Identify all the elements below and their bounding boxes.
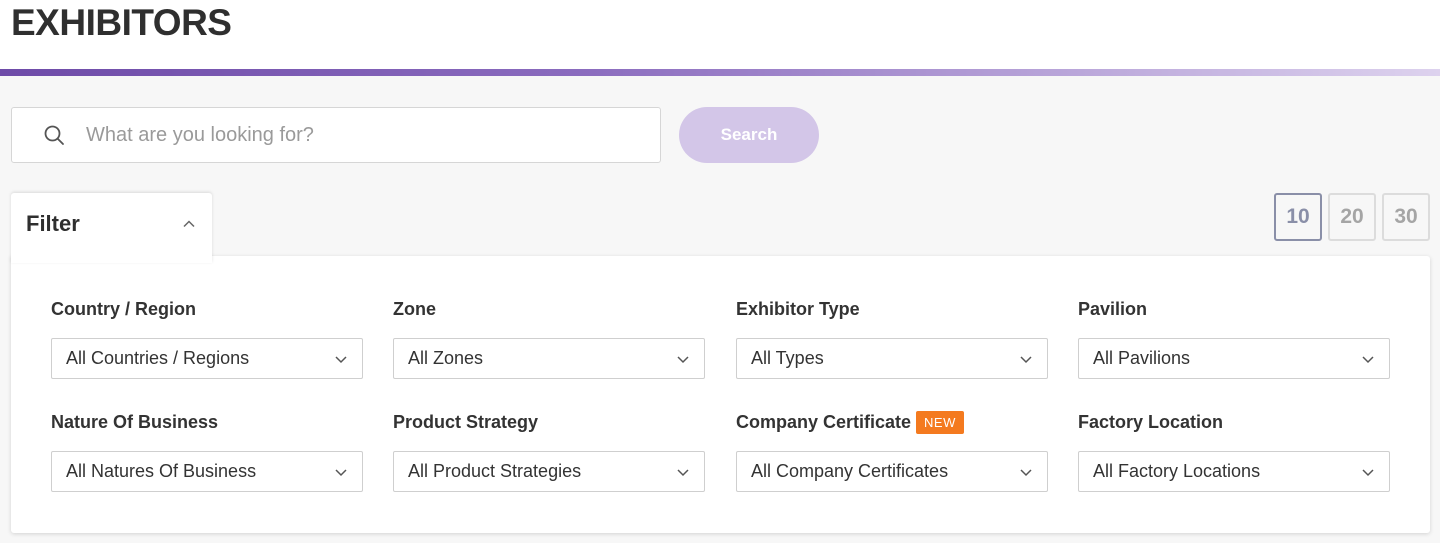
new-badge: NEW <box>916 410 964 434</box>
filter-exhibitor-type: Exhibitor Type All Types <box>736 297 1048 379</box>
search-box[interactable] <box>11 107 661 163</box>
filter-toggle[interactable]: Filter <box>11 193 212 263</box>
filter-label-country-region: Country / Region <box>51 298 196 319</box>
filter-label-company-certificate: Company Certificate <box>736 411 912 432</box>
select-pavilion[interactable]: All Pavilions <box>1078 338 1390 379</box>
page-size-10[interactable]: 10 <box>1274 193 1322 241</box>
page-size-30[interactable]: 30 <box>1382 193 1430 241</box>
search-button[interactable]: Search <box>679 107 819 163</box>
chevron-down-icon <box>1019 465 1033 479</box>
select-country-region[interactable]: All Countries / Regions <box>51 338 363 379</box>
select-value: All Countries / Regions <box>66 348 250 368</box>
header-divider <box>0 69 1440 76</box>
select-nature-of-business[interactable]: All Natures Of Business <box>51 451 363 492</box>
select-zone[interactable]: All Zones <box>393 338 705 379</box>
select-value: All Natures Of Business <box>66 461 257 481</box>
filter-product-strategy: Product Strategy All Product Strategies <box>393 410 705 492</box>
select-value: All Company Certificates <box>751 461 949 481</box>
select-product-strategy[interactable]: All Product Strategies <box>393 451 705 492</box>
filter-label-nature-of-business: Nature Of Business <box>51 411 219 432</box>
chevron-down-icon <box>676 465 690 479</box>
filter-label-exhibitor-type: Exhibitor Type <box>736 298 860 319</box>
chevron-down-icon <box>1361 352 1375 366</box>
chevron-down-icon <box>334 465 348 479</box>
filter-label-product-strategy: Product Strategy <box>393 411 539 432</box>
filter-company-certificate: Company Certificate NEW All Company Cert… <box>736 410 1048 492</box>
filter-panel: Country / Region All Countries / Regions… <box>11 256 1430 533</box>
filter-pavilion: Pavilion All Pavilions <box>1078 297 1390 379</box>
select-value: All Product Strategies <box>408 461 582 481</box>
chevron-down-icon <box>334 352 348 366</box>
select-exhibitor-type[interactable]: All Types <box>736 338 1048 379</box>
filter-label: Filter <box>26 211 80 236</box>
chevron-down-icon <box>1019 352 1033 366</box>
search-icon <box>42 123 66 147</box>
page-title: EXHIBITORS <box>11 2 232 43</box>
filter-label-pavilion: Pavilion <box>1078 298 1148 319</box>
select-factory-location[interactable]: All Factory Locations <box>1078 451 1390 492</box>
filter-country-region: Country / Region All Countries / Regions <box>51 297 363 379</box>
filter-label-company-certificate-row: Company Certificate NEW <box>736 410 1048 434</box>
search-input[interactable] <box>86 123 646 147</box>
filter-factory-location: Factory Location All Factory Locations <box>1078 410 1390 492</box>
select-value: All Factory Locations <box>1093 461 1261 481</box>
chevron-down-icon <box>1361 465 1375 479</box>
select-value: All Types <box>751 348 824 368</box>
chevron-down-icon <box>676 352 690 366</box>
page-size-20[interactable]: 20 <box>1328 193 1376 241</box>
select-value: All Pavilions <box>1093 348 1191 368</box>
filter-label-zone: Zone <box>393 298 436 319</box>
page-header: EXHIBITORS <box>0 0 1440 69</box>
select-company-certificate[interactable]: All Company Certificates <box>736 451 1048 492</box>
filter-nature-of-business: Nature Of Business All Natures Of Busine… <box>51 410 363 492</box>
filter-zone: Zone All Zones <box>393 297 705 379</box>
chevron-up-icon <box>182 217 196 231</box>
select-value: All Zones <box>408 348 484 368</box>
filter-label-factory-location: Factory Location <box>1078 411 1224 432</box>
